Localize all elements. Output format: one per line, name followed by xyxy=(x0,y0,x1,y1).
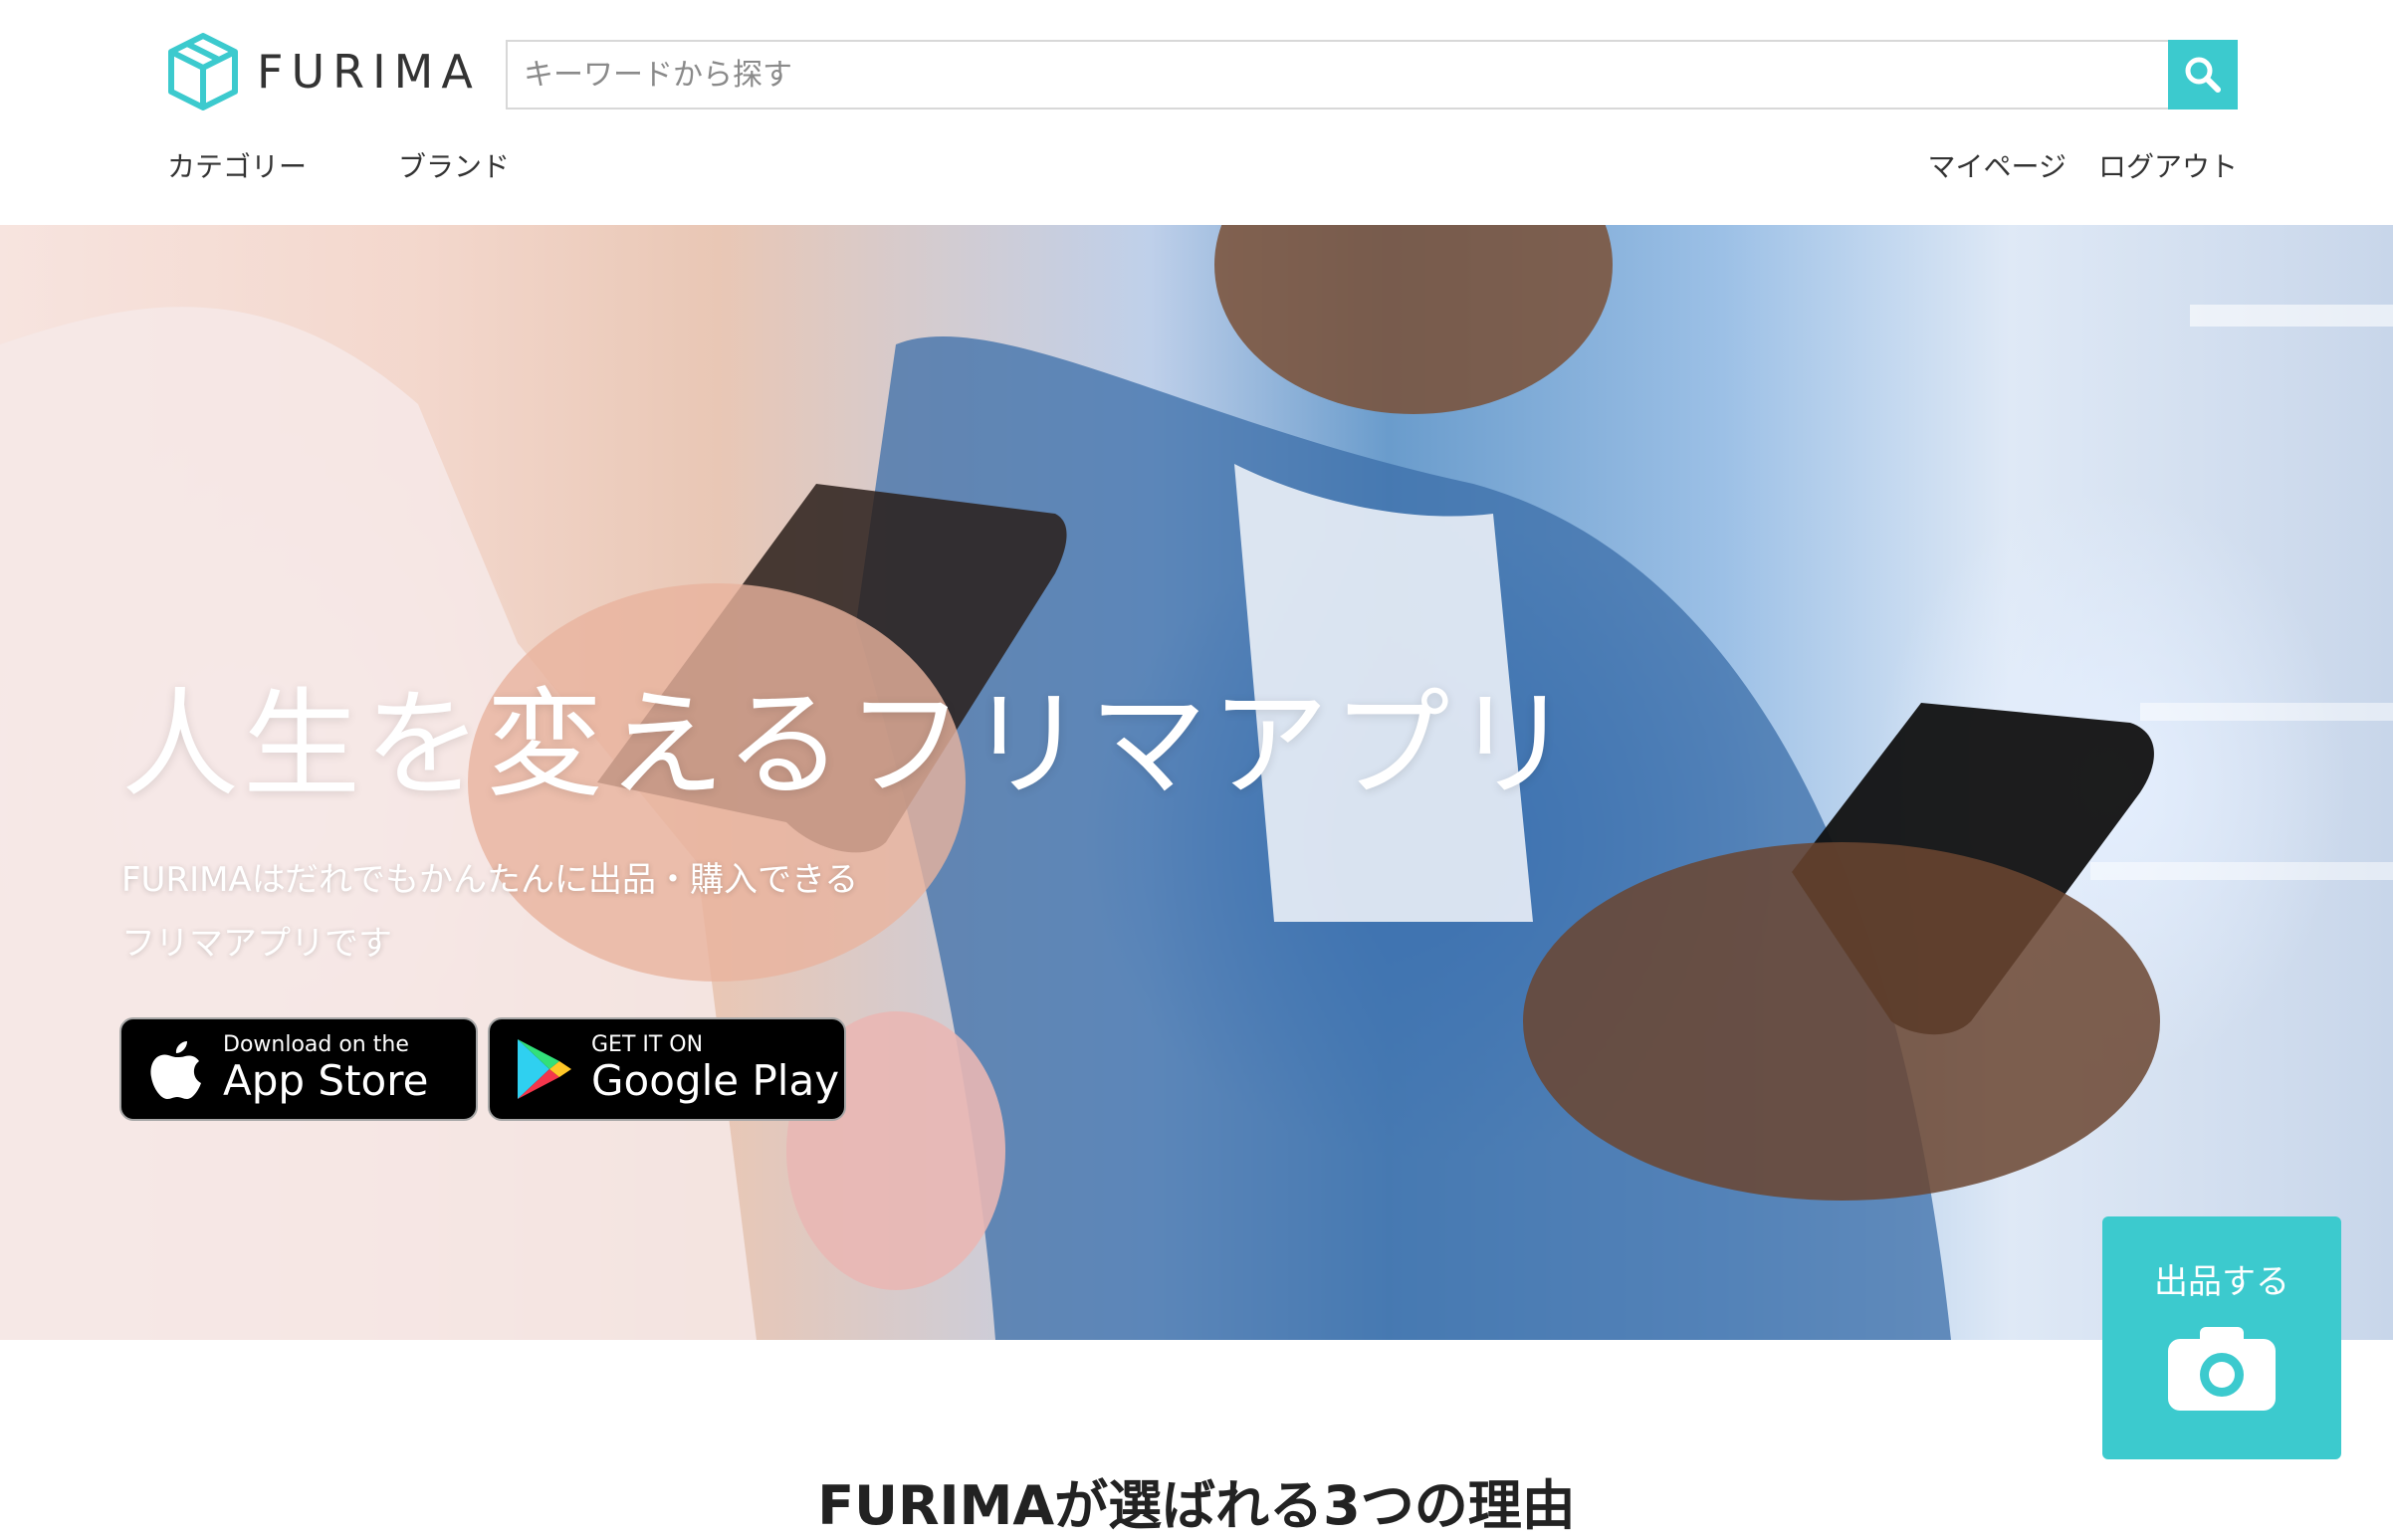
app-store-big-text: App Store xyxy=(223,1056,429,1105)
nav-mypage-link[interactable]: マイページ xyxy=(1928,145,2067,185)
logo-text: FURIMA xyxy=(257,45,481,99)
nav-left: カテゴリー ブランド xyxy=(167,145,601,185)
google-play-button[interactable]: GET IT ON Google Play xyxy=(488,1017,846,1121)
search-button[interactable] xyxy=(2168,40,2238,110)
nav-brand-link[interactable]: ブランド xyxy=(398,145,510,185)
hero-description-line-2: フリマアプリです xyxy=(121,924,392,964)
search-icon xyxy=(2185,57,2221,93)
hero-description-line-1: FURIMAはだれでもかんたんに出品・購入できる xyxy=(121,860,859,900)
search-box xyxy=(506,40,2236,110)
app-store-button[interactable]: Download on the App Store xyxy=(119,1017,478,1121)
apple-icon xyxy=(150,1041,201,1099)
google-play-icon xyxy=(518,1039,571,1099)
hero-description: FURIMAはだれでもかんたんに出品・購入できる フリマアプリです xyxy=(121,848,858,976)
reasons-section-title: FURIMAが選ばれる3つの理由 xyxy=(817,1474,1576,1537)
hero-title: 人生を変えるフリマアプリ xyxy=(121,676,1576,813)
google-play-big-text: Google Play xyxy=(591,1056,840,1105)
header: FURIMA カテゴリー ブランド マイページ ログアウト xyxy=(0,0,2393,225)
camera-icon xyxy=(2168,1327,2276,1411)
nav-category-link[interactable]: カテゴリー xyxy=(167,145,307,185)
logo-cube-icon xyxy=(168,33,238,110)
app-store-small-text: Download on the xyxy=(223,1032,409,1057)
google-play-small-text: GET IT ON xyxy=(591,1032,704,1057)
nav-right: マイページ ログアウト xyxy=(1896,145,2238,185)
sell-button[interactable]: 出品する xyxy=(2102,1216,2341,1459)
logo[interactable]: FURIMA xyxy=(167,30,481,113)
search-input[interactable] xyxy=(508,42,2176,108)
sell-button-label: 出品する xyxy=(2154,1262,2289,1302)
hero-banner: 人生を変えるフリマアプリ FURIMAはだれでもかんたんに出品・購入できる フリ… xyxy=(0,225,2393,1340)
nav-logout-link[interactable]: ログアウト xyxy=(2098,145,2238,185)
